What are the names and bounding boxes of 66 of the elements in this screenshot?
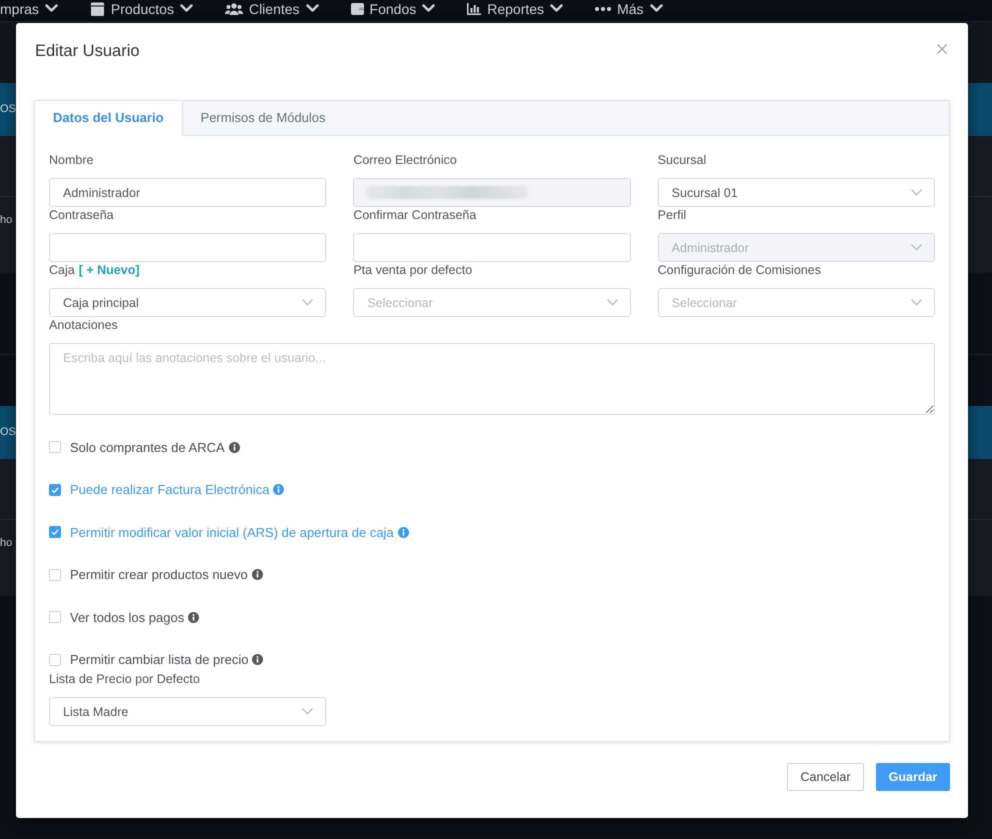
field-label: Nombre [49,152,94,169]
table-cell-text: ho [0,214,12,227]
field-label: Sucursal [658,152,706,169]
bar-chart-icon [467,2,482,14]
column-header-text: OS [0,426,16,439]
field-label: Caja [49,262,75,279]
info-icon [188,612,200,622]
checkbox[interactable] [49,526,61,538]
chevron-down-icon [550,4,564,13]
checkbox[interactable] [49,484,61,496]
text-field[interactable]: Administrador [49,178,326,207]
dropdown-field[interactable]: Lista Madre [49,697,326,726]
field-label: Contraseña [49,207,114,224]
field-label: Configuración de Comisiones [658,262,821,279]
tab[interactable]: Permisos de Módulos [182,101,344,135]
info-icon [398,526,409,538]
field-label: Correo Electrónico [353,152,457,169]
chevron-down-icon [650,4,663,13]
info-icon [273,484,284,495]
nav-menu-item[interactable]: Más [595,0,663,17]
caret-icon [302,708,313,715]
checkbox-label[interactable]: Permitir cambiar lista de precio [70,652,248,667]
close-icon[interactable] [937,44,947,54]
checkbox[interactable] [49,654,61,666]
nav-menu-item[interactable]: mpras [0,0,58,17]
nav-menu-item[interactable]: Clientes [224,0,319,17]
caret-icon [911,299,922,306]
field-label: Lista de Precio por Defecto [49,671,200,688]
cancel-button[interactable]: Cancelar [787,763,864,791]
field-label: Pta venta por defecto [353,262,472,279]
info-icon [252,654,264,665]
text-field[interactable] [49,233,326,262]
table-cell-text: ho [0,537,12,550]
chevron-down-icon [422,4,436,13]
field-label: Confirmar Contraseña [353,207,476,224]
checkbox-label[interactable]: Permitir crear productos nuevo [70,567,248,582]
info-icon [228,442,240,452]
caret-icon [911,244,922,251]
text-field[interactable] [353,233,631,262]
chevron-down-icon [180,4,193,13]
wallet-icon [350,2,364,15]
checkbox[interactable] [49,568,61,580]
caret-icon [911,189,922,196]
checkbox-label[interactable]: Ver todos los pagos [70,610,184,624]
checkbox[interactable] [49,441,61,453]
box-icon [90,2,105,16]
checkbox[interactable] [49,611,61,623]
chevron-down-icon [306,4,319,13]
blurred-text-icon [366,186,528,199]
column-header-text: OS [0,103,16,116]
caret-icon [302,299,314,306]
nav-menu-item[interactable]: Reportes [467,0,564,17]
nav-menu-item[interactable]: Fondos [350,0,436,17]
dialog-title: Editar Usuario [35,41,140,62]
info-icon [252,569,263,580]
dropdown-field[interactable]: Sucursal 01 [658,178,935,207]
more-dots-icon [595,6,612,10]
field-label: Perfil [658,207,686,224]
checkbox-label[interactable]: Solo comprantes de ARCA [70,440,225,454]
users-icon [224,2,243,14]
chevron-down-icon [44,4,58,13]
notes-textarea[interactable]: Escriba aquí las anotaciones sobre el usuario... [49,343,935,415]
dropdown-field[interactable]: Caja principal [49,288,326,317]
nav-menu-item[interactable]: Productos [90,0,193,17]
field-label: Anotaciones [49,317,118,334]
caret-icon [606,299,618,306]
